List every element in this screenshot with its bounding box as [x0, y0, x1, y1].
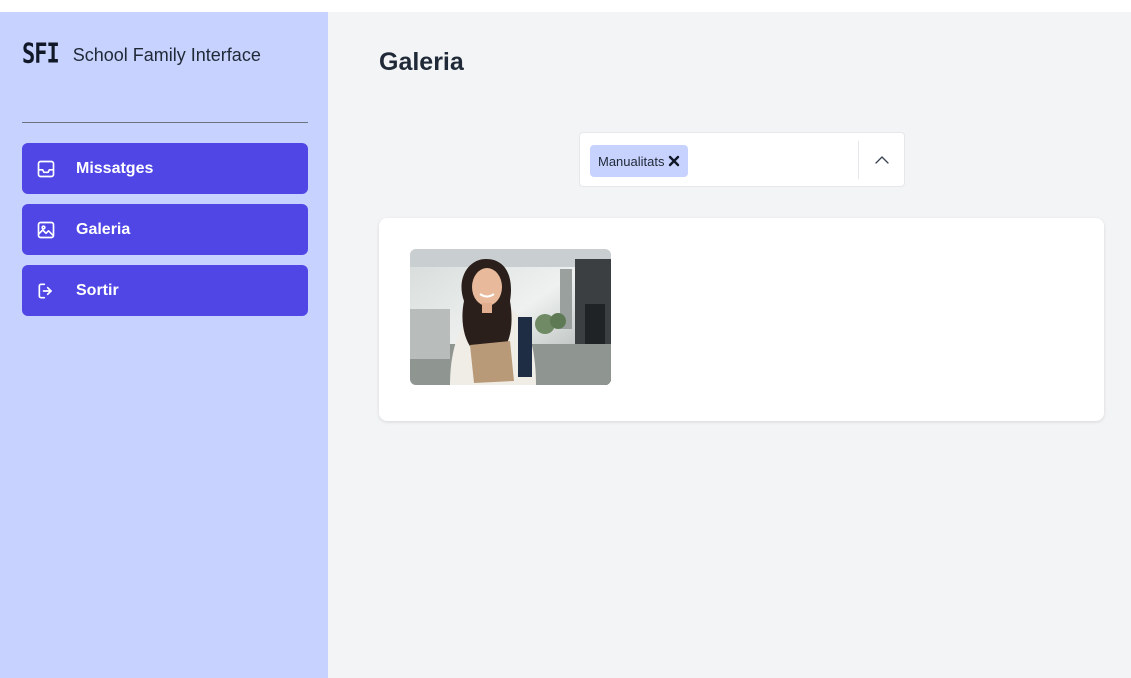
selected-tag-chip: Manualitats: [590, 145, 689, 177]
sidebar-item-sortir[interactable]: Sortir: [22, 265, 308, 316]
page-title: Galeria: [379, 48, 464, 76]
brand: SFI School Family Interface: [22, 39, 261, 70]
sidebar-nav: Missatges Galeria Sortir: [22, 143, 308, 326]
close-icon[interactable]: [668, 155, 680, 167]
sidebar-item-label: Galeria: [76, 220, 131, 238]
sidebar-item-galeria[interactable]: Galeria: [22, 204, 308, 255]
filter-toggle-button[interactable]: [859, 133, 905, 186]
inbox-icon: [36, 159, 56, 179]
sidebar: SFI School Family Interface Missatges Ga…: [0, 12, 328, 678]
sidebar-item-label: Sortir: [76, 281, 119, 299]
sidebar-item-missatges[interactable]: Missatges: [22, 143, 308, 194]
gallery-image-thumbnail[interactable]: [410, 249, 611, 385]
main-content: Galeria Manualitats: [328, 12, 1131, 678]
app-window: SFI School Family Interface Missatges Ga…: [0, 12, 1131, 678]
logout-icon: [36, 281, 56, 301]
gallery-card: [379, 218, 1104, 421]
tag-label: Manualitats: [598, 153, 665, 169]
tag-filter-select[interactable]: Manualitats: [579, 132, 905, 187]
image-icon: [36, 220, 56, 240]
brand-title: School Family Interface: [72, 44, 261, 65]
sidebar-divider: [22, 122, 308, 123]
chevron-up-icon: [873, 151, 891, 169]
sidebar-item-label: Missatges: [76, 159, 154, 177]
logo: SFI: [22, 38, 60, 70]
